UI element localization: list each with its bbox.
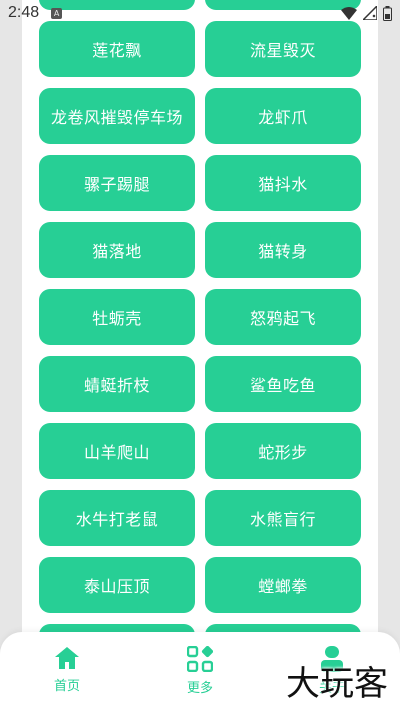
move-button[interactable]: 山羊爬山 (39, 423, 195, 479)
notification-icon: A (51, 7, 63, 19)
home-icon (55, 647, 79, 669)
move-button[interactable]: 蛇形步 (205, 423, 361, 479)
move-button[interactable]: 怒鸦起飞 (205, 289, 361, 345)
move-button[interactable]: 猫落地 (39, 222, 195, 278)
move-button[interactable]: 骡子踢腿 (39, 155, 195, 211)
nav-more-label: 更多 (186, 681, 213, 696)
signal-icon (363, 6, 377, 20)
move-button[interactable]: 流星毁灭 (205, 21, 361, 77)
status-bar: 2:48 A (0, 0, 400, 26)
move-button[interactable]: 龙虾爪 (205, 88, 361, 144)
move-button[interactable]: 猫抖水 (205, 155, 361, 211)
nav-home[interactable]: 首页 (27, 646, 107, 694)
battery-icon (383, 5, 392, 21)
move-button[interactable]: 莲花飘 (39, 21, 195, 77)
move-button[interactable]: 猫转身 (205, 222, 361, 278)
move-button[interactable]: 牡蛎壳 (39, 289, 195, 345)
wifi-icon (341, 7, 357, 20)
move-button[interactable]: 水牛打老鼠 (39, 490, 195, 546)
nav-more[interactable]: 更多 (160, 646, 240, 696)
nav-home-label: 首页 (53, 679, 80, 694)
move-button[interactable]: 水熊盲行 (205, 490, 361, 546)
move-button[interactable]: 龙卷风摧毁停车场 (39, 88, 195, 144)
watermark-logo: 大玩客 (286, 664, 388, 704)
move-button[interactable]: 螳螂拳 (205, 557, 361, 613)
status-icons (341, 5, 392, 21)
move-button[interactable]: 蜻蜓折枝 (39, 356, 195, 412)
move-button[interactable]: 鲨鱼吃鱼 (205, 356, 361, 412)
grid-icon (187, 646, 213, 672)
move-button-grid: 莲花飘 流星毁灭 龙卷风摧毁停车场 龙虾爪 骡子踢腿 猫抖水 猫落地 猫转身 牡… (39, 0, 361, 680)
move-button[interactable]: 泰山压顶 (39, 557, 195, 613)
status-time: 2:48 (8, 4, 40, 21)
